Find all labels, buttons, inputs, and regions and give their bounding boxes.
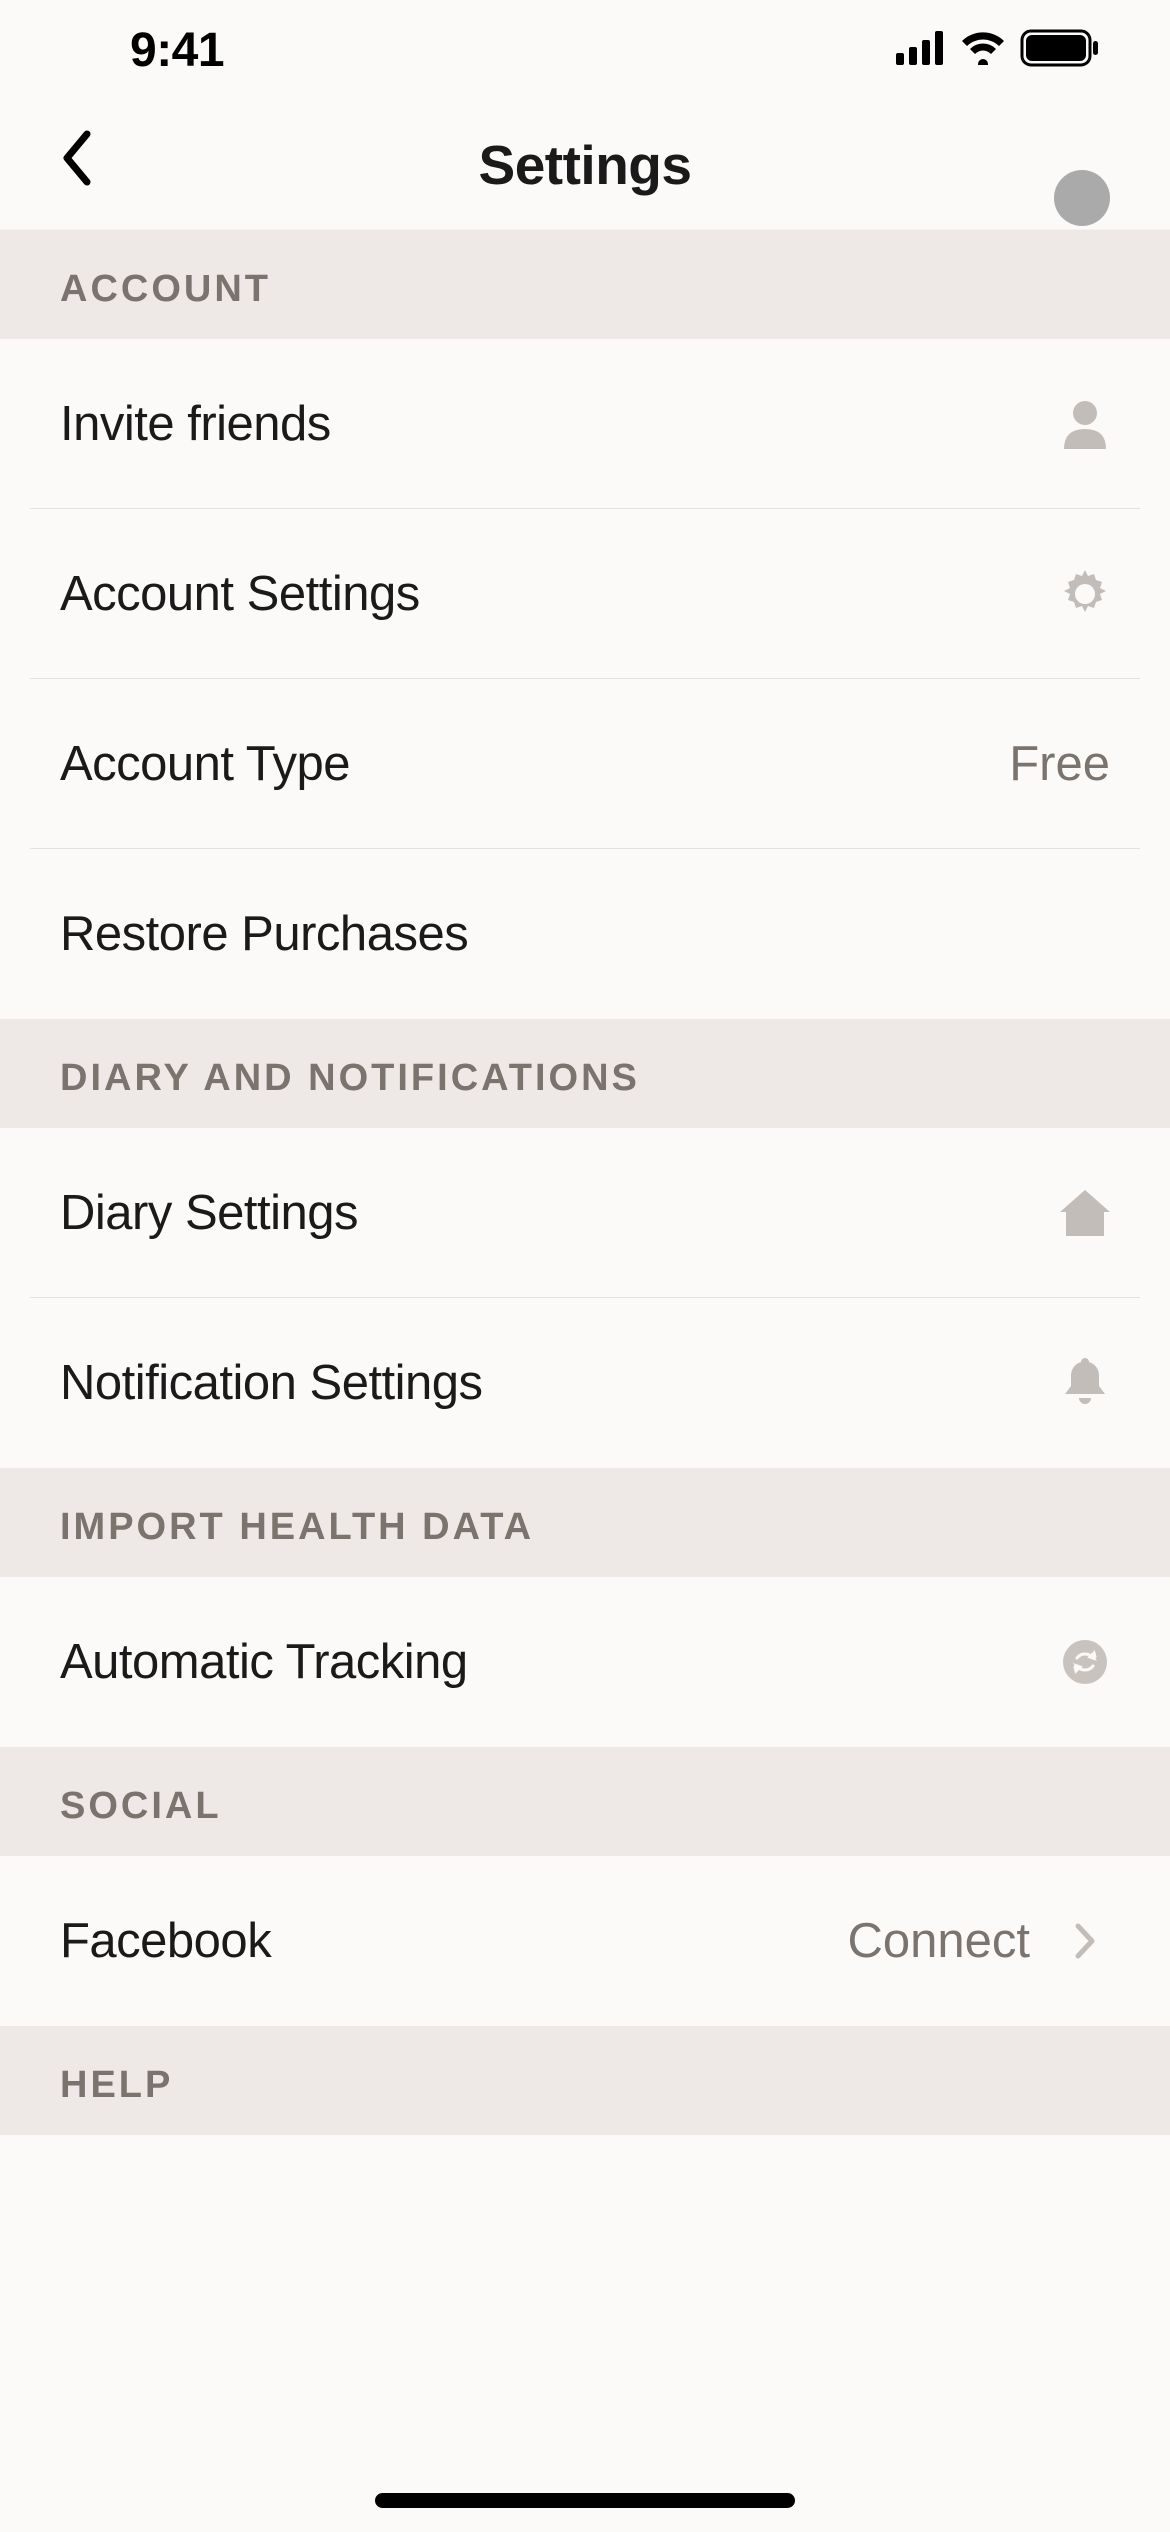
row-facebook[interactable]: Facebook Connect bbox=[0, 1856, 1170, 2026]
row-account-type[interactable]: Account Type Free bbox=[0, 679, 1170, 849]
row-label: Account Type bbox=[60, 736, 350, 792]
row-help-placeholder bbox=[0, 2135, 1170, 2205]
section-header-health: IMPORT HEALTH DATA bbox=[0, 1468, 1170, 1577]
back-button[interactable] bbox=[50, 135, 100, 185]
cellular-icon bbox=[896, 31, 946, 70]
row-label: Diary Settings bbox=[60, 1185, 358, 1241]
section-header-account: ACCOUNT bbox=[0, 230, 1170, 339]
section-header-social: SOCIAL bbox=[0, 1747, 1170, 1856]
row-label: Restore Purchases bbox=[60, 906, 468, 962]
section-header-diary: DIARY AND NOTIFICATIONS bbox=[0, 1019, 1170, 1128]
row-label: Automatic Tracking bbox=[60, 1634, 468, 1690]
row-diary-settings[interactable]: Diary Settings bbox=[0, 1128, 1170, 1298]
row-account-settings[interactable]: Account Settings bbox=[0, 509, 1170, 679]
chevron-right-icon bbox=[1060, 1916, 1110, 1966]
status-bar: 9:41 bbox=[0, 0, 1170, 100]
battery-icon bbox=[1020, 29, 1100, 72]
row-restore-purchases[interactable]: Restore Purchases bbox=[0, 849, 1170, 1019]
gear-icon bbox=[1060, 569, 1110, 619]
row-label: Facebook bbox=[60, 1913, 271, 1969]
status-time: 9:41 bbox=[130, 23, 224, 78]
chevron-left-icon bbox=[59, 130, 91, 191]
wifi-icon bbox=[960, 31, 1006, 70]
avatar[interactable] bbox=[1054, 170, 1110, 226]
page-title: Settings bbox=[0, 133, 1170, 197]
row-notification-settings[interactable]: Notification Settings bbox=[0, 1298, 1170, 1468]
row-invite-friends[interactable]: Invite friends bbox=[0, 339, 1170, 509]
section-header-help: HELP bbox=[0, 2026, 1170, 2135]
row-label: Invite friends bbox=[60, 396, 331, 452]
sync-icon bbox=[1060, 1637, 1110, 1687]
row-label: Account Settings bbox=[60, 566, 420, 622]
row-label: Notification Settings bbox=[60, 1355, 483, 1411]
home-indicator[interactable] bbox=[375, 2493, 795, 2508]
row-value: Connect bbox=[847, 1913, 1030, 1969]
row-value: Free bbox=[1009, 736, 1110, 792]
home-icon bbox=[1060, 1188, 1110, 1238]
bell-icon bbox=[1060, 1358, 1110, 1408]
status-icons bbox=[896, 29, 1100, 72]
row-automatic-tracking[interactable]: Automatic Tracking bbox=[0, 1577, 1170, 1747]
nav-header: Settings bbox=[0, 100, 1170, 230]
person-icon bbox=[1060, 399, 1110, 449]
